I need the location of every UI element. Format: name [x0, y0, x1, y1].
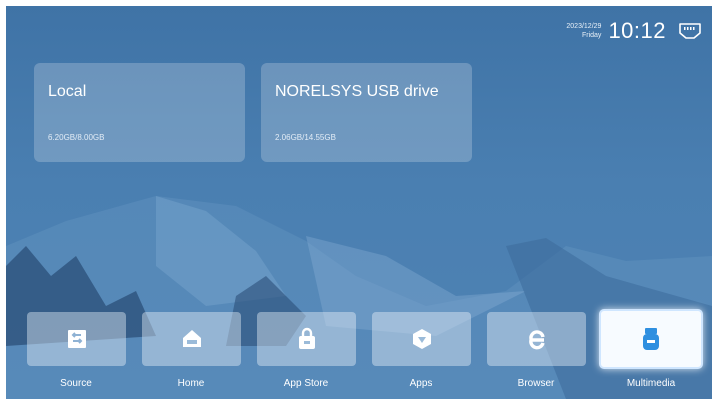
storage-card-usb-drive[interactable]: NORELSYS USB drive 2.06GB/14.55GB: [261, 63, 472, 162]
storage-name: NORELSYS USB drive: [275, 83, 439, 100]
dock-item-home[interactable]: [142, 312, 241, 366]
home-icon: [182, 330, 201, 347]
app-dock: Source Home App Store Apps Browser Multi…: [6, 306, 712, 399]
dock-item-app-store[interactable]: [257, 312, 356, 366]
browser-icon: [528, 330, 545, 350]
ethernet-icon: [679, 23, 701, 39]
dock-label-browser: Browser: [517, 378, 555, 389]
dock-item-source[interactable]: [27, 312, 126, 366]
status-bar: 2023/12/29 Friday 10:12: [566, 14, 702, 48]
multimedia-icon: [643, 328, 659, 350]
clock-time: 10:12: [608, 18, 666, 43]
dock-item-browser[interactable]: [487, 312, 586, 366]
dock-label-multimedia: Multimedia: [626, 378, 676, 389]
tv-home-screen: 2023/12/29 Friday 10:12 Local 6.20GB/8.0…: [6, 6, 712, 399]
source-icon: [67, 330, 86, 348]
storage-usage: 6.20GB/8.00GB: [48, 133, 105, 142]
date-text: 2023/12/29: [566, 23, 602, 30]
date-display: 2023/12/29 Friday: [566, 22, 601, 40]
weekday-text: Friday: [581, 32, 602, 39]
dock-label-apps: Apps: [409, 378, 433, 389]
dock-label-app-store: App Store: [283, 378, 329, 389]
dock-label-source: Source: [60, 378, 92, 389]
storage-usage: 2.06GB/14.55GB: [275, 133, 336, 142]
storage-name: Local: [48, 83, 87, 100]
dock-item-multimedia[interactable]: [599, 309, 703, 369]
app-store-icon: [298, 327, 315, 349]
storage-card-local[interactable]: Local 6.20GB/8.00GB: [34, 63, 245, 162]
dock-label-home: Home: [177, 378, 205, 389]
dock-item-apps[interactable]: [372, 312, 471, 366]
apps-icon: [412, 329, 431, 349]
